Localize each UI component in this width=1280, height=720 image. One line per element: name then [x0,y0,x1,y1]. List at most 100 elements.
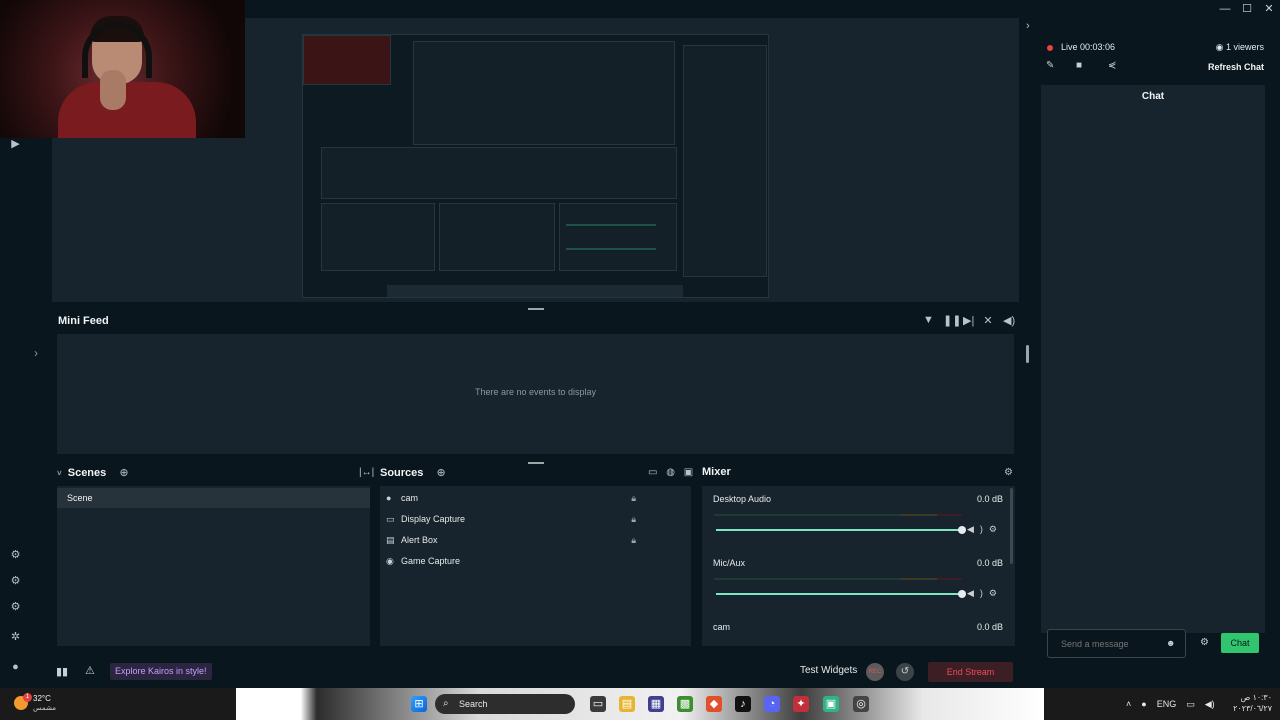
brave-browser-icon[interactable]: ◆ [706,696,722,712]
replay-buffer-icon[interactable]: ↺ [896,663,914,681]
speaker-icon[interactable]: ◀) [967,524,989,534]
chevron-up-icon[interactable]: ˄ [1126,696,1131,712]
viewer-count: ◉ 1 viewers [1216,42,1264,53]
skip-icon[interactable]: ▶| [963,314,974,327]
live-timer: Live 00:03:06 [1061,42,1116,52]
play-icon[interactable]: ▶ [9,138,22,151]
volume-slider[interactable] [716,529,962,531]
widget-icon[interactable]: ⚙ [9,601,22,614]
chat-settings-icon[interactable]: ⚙ [1200,637,1209,648]
add-scene-icon[interactable]: ⊕ [119,467,128,479]
edit-stream-info-icon[interactable]: ✎ [1046,60,1054,71]
obs-icon[interactable]: ◎ [853,696,869,712]
streamlabs-icon[interactable]: ▣ [823,696,839,712]
source-item[interactable]: ▭ Display Capture 🔒︎ [386,511,686,527]
widget-icon: ▤ [386,535,395,545]
mixer-settings-icon[interactable]: ⚙ [1004,467,1013,478]
mute-alerts-icon[interactable]: ✕ [983,314,993,327]
chevron-down-icon[interactable]: ˅ [57,469,62,478]
task-view-icon[interactable]: ▭ [590,696,606,712]
scenes-header: ˅ Scenes ⊕ [57,466,129,482]
mixer-scrollbar[interactable] [1010,488,1013,564]
refresh-chat-button[interactable]: Refresh Chat [1208,62,1264,72]
nested-mixer [559,203,677,271]
source-effects-icon[interactable]: ◍ [666,467,675,478]
volume-icon[interactable]: ◀) [1003,314,1015,327]
clock-date: ٢٠٢٣/٠٦/٢٧ [1233,704,1272,713]
lock-icon[interactable]: 🔒︎ [631,511,636,527]
dock-resize-handle[interactable] [528,462,544,464]
source-label: Alert Box [401,535,438,545]
webcam-icon: ● [386,493,392,503]
source-settings-icon[interactable]: ▣ [684,467,693,478]
add-source-icon[interactable]: ⊕ [436,467,445,479]
chevron-right-icon[interactable]: › [1026,20,1030,32]
weather-temperature: 32°C [33,694,51,703]
mixer-title: Mixer [702,466,731,478]
alert-icon[interactable]: ⚠ [85,664,95,677]
app-icon[interactable]: ⚙ [9,549,22,562]
app-store-icon[interactable]: ⚙ [9,575,22,588]
transitions-icon[interactable]: |↔| [359,467,374,478]
network-icon[interactable]: ▭ [1186,696,1195,712]
record-button[interactable]: REC [866,663,884,681]
lock-icon[interactable]: 🔒︎ [631,490,636,506]
volume-slider-knob[interactable] [958,590,966,598]
profile-icon[interactable]: ● [9,661,22,674]
system-tray: ˄ ● ENG ▭ ◀) [1126,696,1215,712]
test-widgets-button[interactable]: Test Widgets [800,665,857,676]
nested-preview [413,41,675,145]
lock-icon[interactable]: 🔒︎ [631,532,636,548]
pause-icon[interactable]: ❚❚ [943,314,961,327]
channel-controls: ◀)⚙ [967,524,1003,535]
gear-icon[interactable]: ⚙ [989,588,1003,598]
stats-icon[interactable]: ▮▮ [56,665,68,678]
end-stream-button[interactable]: End Stream [928,662,1013,682]
weather-widget[interactable]: 1 32°C مشمس [14,693,64,715]
maximize-button[interactable]: ☐ [1236,0,1258,18]
volume-slider-knob[interactable] [958,526,966,534]
resize-handle[interactable] [1026,345,1029,363]
sources-title: Sources [380,467,424,479]
window-controls: — ☐ ✕ [1214,0,1280,18]
app-icon[interactable]: ✦ [793,696,809,712]
volume-icon[interactable]: ◀) [1205,696,1215,712]
source-item[interactable]: ◉ Game Capture [386,553,686,569]
nested-chat [683,45,767,277]
kairos-promo[interactable]: Explore Kairos in style! [110,663,212,680]
camera-icon[interactable]: ■ [1076,60,1082,71]
language-indicator[interactable]: ENG [1157,696,1177,712]
taskbar-search[interactable]: ⌕ Search [435,694,575,714]
minimize-button[interactable]: — [1214,0,1236,18]
file-explorer-icon[interactable]: ▤ [619,696,635,712]
volume-slider[interactable] [716,593,962,595]
nested-mini-feed [321,147,677,199]
scene-item[interactable]: Scene [57,488,370,508]
close-button[interactable]: ✕ [1258,0,1280,18]
gear-icon[interactable]: ⚙ [989,524,1003,534]
taskbar-background-image [236,688,1044,720]
tiktok-icon[interactable]: ♪ [735,696,751,712]
source-item[interactable]: ▤ Alert Box 🔒︎ [386,532,686,548]
chat-send-button[interactable]: Chat [1221,633,1259,653]
add-folder-icon[interactable]: ▭ [648,467,657,478]
share-icon[interactable]: ⋞ [1108,60,1116,71]
person-hand [100,70,126,110]
microphone-icon[interactable]: ● [1141,696,1146,712]
mini-feed: Mini Feed ▼ ❚❚ ▶| ✕ ◀) There are no even… [52,310,1019,458]
emoji-icon[interactable]: ☻ [1166,638,1175,648]
source-item[interactable]: ● cam 🔒︎ [386,490,686,506]
mixer-header: Mixer [702,466,731,482]
settings-icon[interactable]: ✲ [9,631,22,644]
speaker-icon[interactable]: ◀) [967,588,989,598]
filter-icon[interactable]: ▼ [923,314,934,327]
scenes-title: Scenes [67,467,107,479]
chevron-right-icon[interactable]: › [34,346,38,360]
windows-start-icon[interactable]: ⊞ [411,696,427,712]
nested-webcam [303,35,391,85]
discord-icon[interactable]: ◔ [764,696,780,712]
minecraft-icon[interactable]: ▩ [677,696,693,712]
store-icon[interactable]: ▦ [648,696,664,712]
sources-header: Sources ⊕ [380,466,446,482]
taskbar-clock[interactable]: ١٠:٣٠ ص ٢٠٢٣/٠٦/٢٧ [1232,692,1272,714]
